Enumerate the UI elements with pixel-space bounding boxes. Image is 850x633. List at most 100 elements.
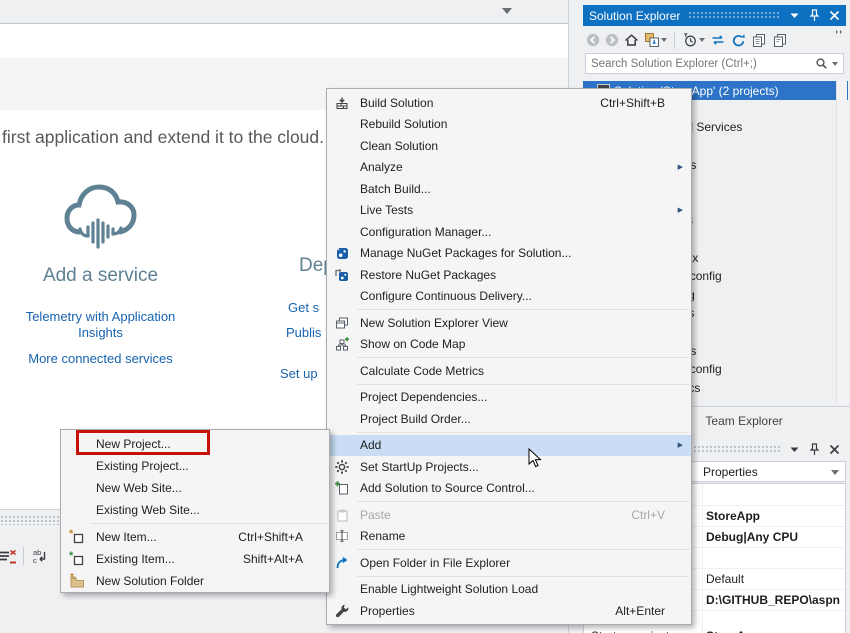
toolbar-separator: [23, 547, 24, 565]
menu-item-configure-continuous-delivery[interactable]: Configure Continuous Delivery...: [327, 286, 691, 308]
bottom-panel-toolbar: abc: [0, 543, 48, 569]
search-box: [585, 53, 844, 74]
nuget-icon: [327, 245, 357, 261]
rename-icon: [327, 528, 357, 544]
tree-scrollbar[interactable]: [836, 79, 847, 405]
property-value[interactable]: StoreApp: [706, 509, 841, 523]
submenu-arrow-icon: ▶: [678, 206, 683, 214]
publish-link-fragment[interactable]: Publis: [286, 325, 321, 341]
property-value[interactable]: Default: [706, 572, 841, 586]
svg-text:*: *: [69, 529, 74, 540]
pin-icon[interactable]: [808, 10, 820, 22]
menu-item-label: Rename: [357, 529, 405, 543]
menu-item-label: Batch Build...: [357, 182, 431, 196]
menu-item-paste: PasteCtrl+V: [327, 504, 691, 526]
menu-item-new-solution-explorer-view[interactable]: New Solution Explorer View: [327, 312, 691, 334]
toolbar-overflow-icon[interactable]: [834, 28, 844, 38]
menu-item-batch-build[interactable]: Batch Build...: [327, 178, 691, 200]
collapse-all-icon[interactable]: [644, 32, 667, 48]
menu-item-build-solution[interactable]: Build SolutionCtrl+Shift+B: [327, 92, 691, 114]
menu-item-label: Set StartUp Projects...: [357, 460, 479, 474]
menu-separator: [357, 357, 689, 358]
back-icon[interactable]: [586, 33, 600, 47]
existing-item-icon: *: [61, 551, 93, 567]
code-map-icon: [327, 336, 357, 352]
menu-item-calculate-code-metrics[interactable]: Calculate Code Metrics: [327, 360, 691, 382]
build-icon: [327, 95, 357, 111]
telemetry-link[interactable]: Telemetry with Application Insights: [18, 309, 183, 341]
combo-caret-icon[interactable]: [831, 470, 839, 475]
menu-item-existing-project[interactable]: Existing Project...: [61, 455, 329, 477]
menu-item-analyze[interactable]: Analyze▶: [327, 157, 691, 179]
forward-icon[interactable]: [605, 33, 619, 47]
window-position-icon[interactable]: [788, 443, 800, 455]
new-solution-folder-icon: *: [61, 573, 93, 589]
nav-dropdown-icon[interactable]: [502, 8, 512, 14]
menu-item-live-tests[interactable]: Live Tests ▶: [327, 200, 691, 222]
close-icon[interactable]: [828, 10, 840, 22]
pin-icon[interactable]: [808, 443, 820, 455]
add-source-control-icon: [327, 480, 357, 496]
solution-explorer-titlebar[interactable]: Solution Explorer: [583, 5, 846, 26]
menu-item-project-dependencies[interactable]: Project Dependencies...: [327, 387, 691, 409]
properties-pages-icon[interactable]: [751, 32, 767, 48]
menu-item-label: New Web Site...: [93, 481, 182, 495]
menu-item-rebuild-solution[interactable]: Rebuild Solution: [327, 114, 691, 136]
menu-item-existing-item[interactable]: *Existing Item...Shift+Alt+A: [61, 548, 329, 570]
close-icon[interactable]: [828, 443, 840, 455]
menu-item-label: Project Dependencies...: [357, 390, 487, 404]
get-started-link-fragment[interactable]: Get s: [288, 300, 319, 316]
menu-item-show-on-code-map[interactable]: Show on Code Map: [327, 334, 691, 356]
refresh-icon[interactable]: [731, 33, 746, 48]
menu-item-configuration-manager[interactable]: Configuration Manager...: [327, 221, 691, 243]
editor-nav-bar: [0, 0, 568, 24]
home-icon[interactable]: [624, 33, 639, 47]
dropdown-caret-icon: [661, 38, 667, 42]
menu-item-restore-nuget-packages[interactable]: Restore NuGet Packages: [327, 264, 691, 286]
add-service-card: Add a service Telemetry with Application…: [18, 180, 183, 367]
menu-item-new-web-site[interactable]: New Web Site...: [61, 477, 329, 499]
preview-pages-icon[interactable]: [772, 32, 788, 48]
window-position-icon[interactable]: [788, 10, 800, 22]
more-connected-services-link[interactable]: More connected services: [18, 351, 183, 367]
add-service-title[interactable]: Add a service: [18, 265, 183, 287]
gear-icon: [327, 459, 357, 475]
menu-item-new-item[interactable]: *New Item...Ctrl+Shift+A: [61, 526, 329, 548]
menu-item-add[interactable]: Add▶: [327, 435, 691, 457]
property-value[interactable]: Debug|Any CPU: [706, 530, 841, 544]
menu-item-clean-solution[interactable]: Clean Solution: [327, 135, 691, 157]
menu-separator: [357, 576, 689, 577]
menu-item-shortcut: Ctrl+Shift+A: [238, 530, 329, 544]
pending-filter-icon[interactable]: [682, 32, 705, 48]
new-item-icon: *: [61, 529, 93, 545]
search-input[interactable]: [586, 58, 815, 70]
menu-separator: [357, 549, 689, 550]
menu-item-set-startup-projects[interactable]: Set StartUp Projects...: [327, 456, 691, 478]
menu-item-enable-lightweight-solution-load[interactable]: Enable Lightweight Solution Load: [327, 579, 691, 601]
menu-item-label: Existing Project...: [93, 459, 189, 473]
menu-item-label: Live Tests: [357, 203, 413, 217]
dropdown-caret-icon: [699, 38, 705, 42]
menu-item-properties[interactable]: PropertiesAlt+Enter: [327, 600, 691, 622]
menu-item-manage-nuget-packages-for-solution[interactable]: Manage NuGet Packages for Solution...: [327, 243, 691, 265]
menu-item-add-solution-to-source-control[interactable]: Add Solution to Source Control...: [327, 478, 691, 500]
menu-item-new-solution-folder[interactable]: *New Solution Folder: [61, 570, 329, 592]
search-icon[interactable]: [815, 57, 828, 70]
property-value[interactable]: D:\GITHUB_REPO\aspn: [706, 593, 841, 607]
set-up-link-fragment[interactable]: Set up: [280, 366, 318, 382]
menu-item-label: Build Solution: [357, 96, 433, 110]
property-row[interactable]: Startup projectStoreApp: [584, 625, 845, 633]
tab-team-explorer[interactable]: Team Explorer: [693, 407, 794, 434]
menu-item-rename[interactable]: Rename: [327, 526, 691, 548]
sync-icon[interactable]: [710, 33, 726, 47]
menu-item-label: New Solution Explorer View: [357, 316, 508, 330]
menu-item-label: Restore NuGet Packages: [357, 268, 496, 282]
menu-item-project-build-order[interactable]: Project Build Order...: [327, 408, 691, 430]
menu-item-existing-web-site[interactable]: Existing Web Site...: [61, 499, 329, 521]
search-options-caret-icon[interactable]: [832, 62, 838, 66]
property-value[interactable]: StoreApp: [706, 629, 841, 633]
menu-item-shortcut: Alt+Enter: [615, 604, 691, 618]
menu-item-open-folder-in-file-explorer[interactable]: Open Folder in File Explorer: [327, 552, 691, 574]
error-list-icon[interactable]: [0, 548, 17, 564]
rename-preview-icon[interactable]: abc: [30, 548, 48, 565]
